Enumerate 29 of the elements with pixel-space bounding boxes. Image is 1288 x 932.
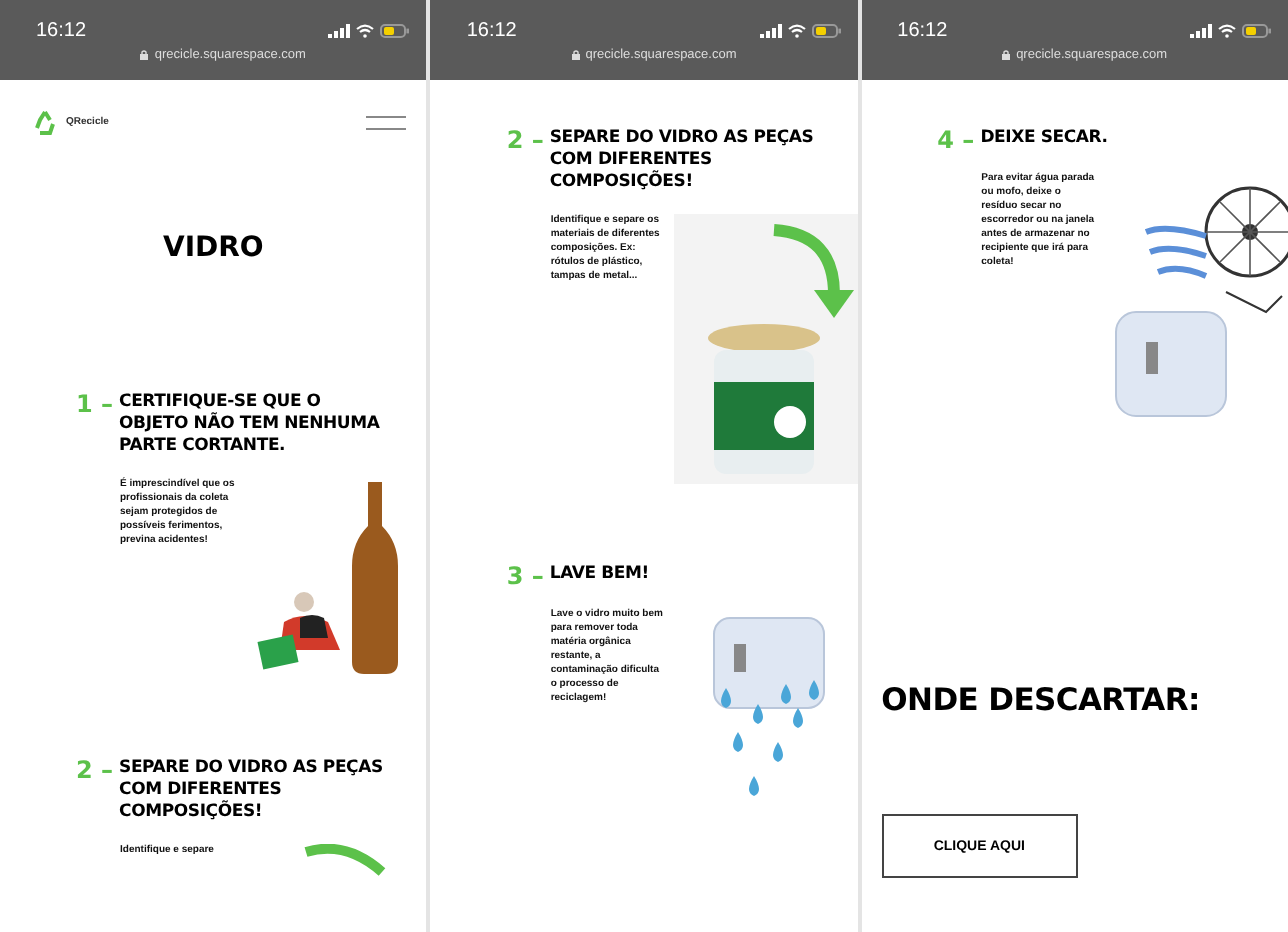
battery-icon (380, 23, 411, 37)
step-number: 2 – (76, 758, 114, 782)
step-heading: LAVE BEM! (549, 564, 651, 586)
step-number: 3 – (506, 564, 544, 588)
lock-icon (1002, 49, 1011, 59)
lock-icon (140, 49, 149, 59)
wifi-icon (787, 23, 806, 37)
lock-icon (571, 49, 580, 59)
step-number: 1 – (76, 392, 114, 416)
step-number: 4 – (937, 128, 975, 152)
step-heading: SEPARE DO VIDRO AS PEÇAS COM DIFERENTES COMPOSIÇÕES! (119, 758, 385, 824)
section-heading: ONDE DESCARTAR: (881, 682, 1202, 718)
step-heading: DEIXE SECAR. (980, 128, 1110, 150)
step-heading: CERTIFIQUE-SE QUE O OBJETO NÃO TEM NENHUMA PARTE CORTANTE. (119, 392, 382, 458)
wifi-icon (1217, 23, 1236, 37)
status-time: 16:12 (466, 19, 517, 41)
signal-icon (759, 23, 782, 37)
signal-icon (328, 23, 351, 37)
status-time: 16:12 (36, 19, 87, 41)
step-heading: SEPARE DO VIDRO AS PEÇAS COM DIFERENTES COMPOSIÇÕES! (549, 128, 816, 194)
step-number: 2 – (506, 128, 544, 152)
recycle-icon (32, 109, 58, 135)
menu-icon[interactable] (366, 115, 407, 129)
battery-icon (1241, 23, 1272, 37)
page-title: VIDRO (160, 232, 266, 264)
battery-icon (811, 23, 842, 37)
status-time: 16:12 (897, 19, 948, 41)
wifi-icon (356, 23, 375, 37)
signal-icon (1189, 23, 1212, 37)
